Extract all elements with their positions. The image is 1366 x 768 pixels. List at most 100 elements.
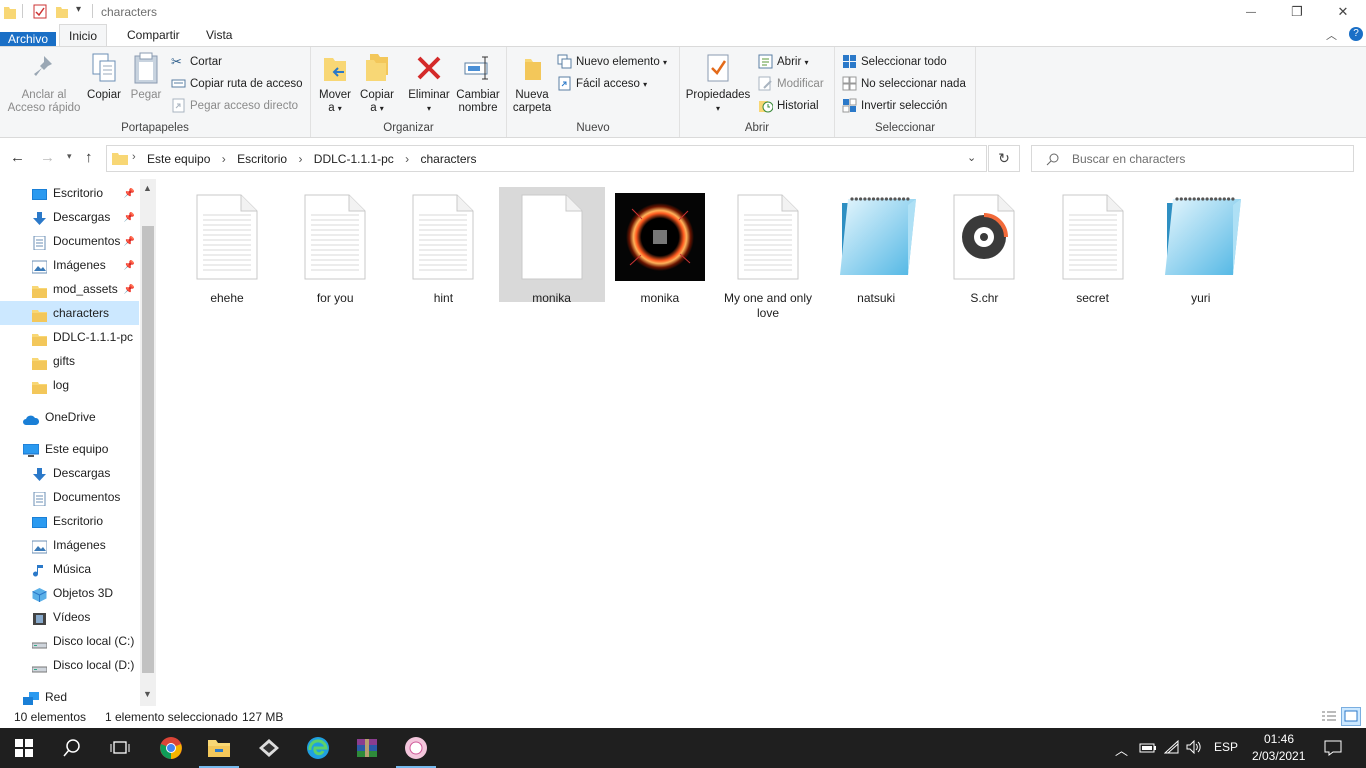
scroll-down-icon[interactable]: ▼ [143, 689, 152, 699]
volume-icon[interactable] [1186, 740, 1202, 754]
breadcrumb-desktop[interactable]: Escritorio [237, 152, 287, 166]
breadcrumb-characters[interactable]: characters [421, 152, 477, 166]
sidebar-item-escritorio[interactable]: Escritorio 📌 [0, 181, 139, 205]
recent-locations-icon[interactable]: ▾ [67, 151, 72, 162]
pin-icon[interactable]: 📌 [124, 229, 135, 253]
language-indicator[interactable]: ESP [1214, 740, 1238, 754]
paste-button[interactable]: Pegar [126, 51, 166, 102]
search-box[interactable]: Buscar en characters [1031, 145, 1354, 172]
collapse-ribbon-icon[interactable]: ︿ [1326, 27, 1337, 43]
sidebar-item-gifts[interactable]: gifts [0, 349, 139, 373]
sidebar-item-descargas[interactable]: Descargas [0, 461, 139, 485]
customize-quick-access-icon[interactable]: ▾ [76, 4, 81, 15]
up-arrow-icon[interactable]: ↑ [85, 149, 93, 166]
file-item[interactable]: ehehe [174, 187, 280, 306]
task-view-button[interactable] [96, 728, 144, 768]
delete-button[interactable]: Eliminar ▾ [407, 51, 451, 115]
sidebar-item-im-genes[interactable]: Imágenes 📌 [0, 253, 139, 277]
clock-time[interactable]: 01:46 [1264, 732, 1294, 746]
pin-icon[interactable]: 📌 [124, 181, 135, 205]
scrollbar-thumb[interactable] [142, 226, 154, 673]
file-item[interactable]: hint [390, 187, 496, 306]
show-hidden-icons-icon[interactable]: ︿ [1115, 740, 1128, 759]
breadcrumb-ddlc[interactable]: DDLC-1.1.1-pc [314, 152, 394, 166]
sidebar-item-log[interactable]: log [0, 373, 139, 397]
pin-quick-access-button[interactable]: Anclar al Acceso rápido [6, 51, 82, 115]
taskbar-edge[interactable] [294, 728, 342, 768]
paste-shortcut-button[interactable]: Pegar acceso directo [171, 96, 298, 116]
taskbar-winrar[interactable] [343, 728, 391, 768]
sidebar-item-characters[interactable]: characters [0, 301, 139, 325]
address-dropdown-icon[interactable]: ⌄ [967, 151, 976, 164]
wifi-icon[interactable] [1164, 740, 1180, 754]
sidebar-item-disco-local-c-[interactable]: Disco local (C:) [0, 629, 139, 653]
sidebar-item-mod-assets[interactable]: mod_assets 📌 [0, 277, 139, 301]
copy-path-button[interactable]: Copiar ruta de acceso [171, 74, 303, 94]
new-item-button[interactable]: Nuevo elemento ▾ [557, 52, 667, 72]
sidebar-item-this-pc[interactable]: Este equipo [0, 437, 139, 461]
history-button[interactable]: Historial [758, 96, 819, 116]
rename-button[interactable]: Cambiar nombre [453, 51, 503, 115]
properties-quick-icon[interactable] [33, 4, 48, 19]
copy-button[interactable]: Copiar [84, 51, 124, 102]
file-item[interactable]: S.chr [931, 187, 1037, 306]
cut-button[interactable]: ✂ Cortar [171, 52, 222, 72]
file-item[interactable]: for you [282, 187, 388, 306]
battery-icon[interactable] [1139, 742, 1157, 754]
file-item[interactable]: My one and only love [715, 187, 821, 321]
close-button[interactable]: ✕ [1320, 0, 1366, 24]
taskbar-file-explorer[interactable] [195, 728, 243, 768]
refresh-button[interactable]: ↻ [988, 145, 1020, 172]
open-button[interactable]: Abrir ▾ [758, 52, 809, 72]
breadcrumb-chevron-icon[interactable]: › [298, 152, 302, 166]
forward-arrow-icon[interactable]: → [40, 149, 55, 166]
tab-view[interactable]: Vista [197, 24, 241, 46]
tab-share[interactable]: Compartir [118, 24, 189, 46]
sidebar-item-ddlc-1-1-1-pc[interactable]: DDLC-1.1.1-pc [0, 325, 139, 349]
pin-icon[interactable]: 📌 [124, 205, 135, 229]
pin-icon[interactable]: 📌 [124, 253, 135, 277]
taskbar-game[interactable] [392, 728, 440, 768]
breadcrumb-chevron-icon[interactable]: › [405, 152, 409, 166]
scroll-up-icon[interactable]: ▲ [143, 183, 152, 193]
new-folder-button[interactable]: Nueva carpeta [509, 51, 555, 115]
sidebar-item-onedrive[interactable]: OneDrive [0, 405, 139, 429]
select-all-button[interactable]: Seleccionar todo [842, 52, 947, 72]
sidebar-item-descargas[interactable]: Descargas 📌 [0, 205, 139, 229]
move-to-button[interactable]: Mover a ▾ [315, 51, 355, 115]
new-folder-quick-icon[interactable] [56, 5, 69, 18]
file-item[interactable]: monika [498, 187, 605, 305]
notifications-icon[interactable] [1324, 740, 1342, 756]
easy-access-button[interactable]: Fácil acceso ▾ [557, 74, 647, 94]
sidebar-item-v-deos[interactable]: Vídeos [0, 605, 139, 629]
sidebar-item-m-sica[interactable]: Música [0, 557, 139, 581]
back-arrow-icon[interactable]: ← [10, 149, 25, 166]
breadcrumb-chevron-icon[interactable]: › [132, 151, 136, 163]
sidebar-item-documentos[interactable]: Documentos 📌 [0, 229, 139, 253]
large-icons-view-button[interactable] [1341, 707, 1361, 726]
properties-button[interactable]: Propiedades ▾ [684, 51, 752, 115]
sidebar-item-objetos-3d[interactable]: Objetos 3D [0, 581, 139, 605]
clock-date[interactable]: 2/03/2021 [1252, 749, 1305, 763]
nav-scrollbar[interactable]: ▲ ▼ [140, 179, 156, 706]
file-item[interactable]: monika [607, 187, 713, 306]
pin-icon[interactable]: 📌 [124, 277, 135, 301]
breadcrumb-this-pc[interactable]: Este equipo [147, 152, 210, 166]
sidebar-item-disco-local-d-[interactable]: Disco local (D:) [0, 653, 139, 677]
taskbar-chrome[interactable] [147, 728, 195, 768]
folder-icon[interactable] [4, 5, 16, 19]
taskbar-search-button[interactable] [48, 728, 96, 768]
help-icon[interactable]: ? [1349, 27, 1363, 41]
copy-to-button[interactable]: Copiar a ▾ [357, 51, 397, 115]
sidebar-item-escritorio[interactable]: Escritorio [0, 509, 139, 533]
sidebar-item-documentos[interactable]: Documentos [0, 485, 139, 509]
taskbar-app[interactable] [245, 728, 293, 768]
breadcrumb-chevron-icon[interactable]: › [222, 152, 226, 166]
sidebar-item-im-genes[interactable]: Imágenes [0, 533, 139, 557]
minimize-button[interactable]: — [1228, 0, 1274, 24]
file-item[interactable]: secret [1040, 187, 1146, 306]
address-bar[interactable]: › Este equipo › Escritorio › DDLC-1.1.1-… [106, 145, 987, 172]
details-view-icon[interactable] [1321, 709, 1337, 724]
select-none-button[interactable]: No seleccionar nada [842, 74, 966, 94]
start-button[interactable] [0, 728, 48, 768]
